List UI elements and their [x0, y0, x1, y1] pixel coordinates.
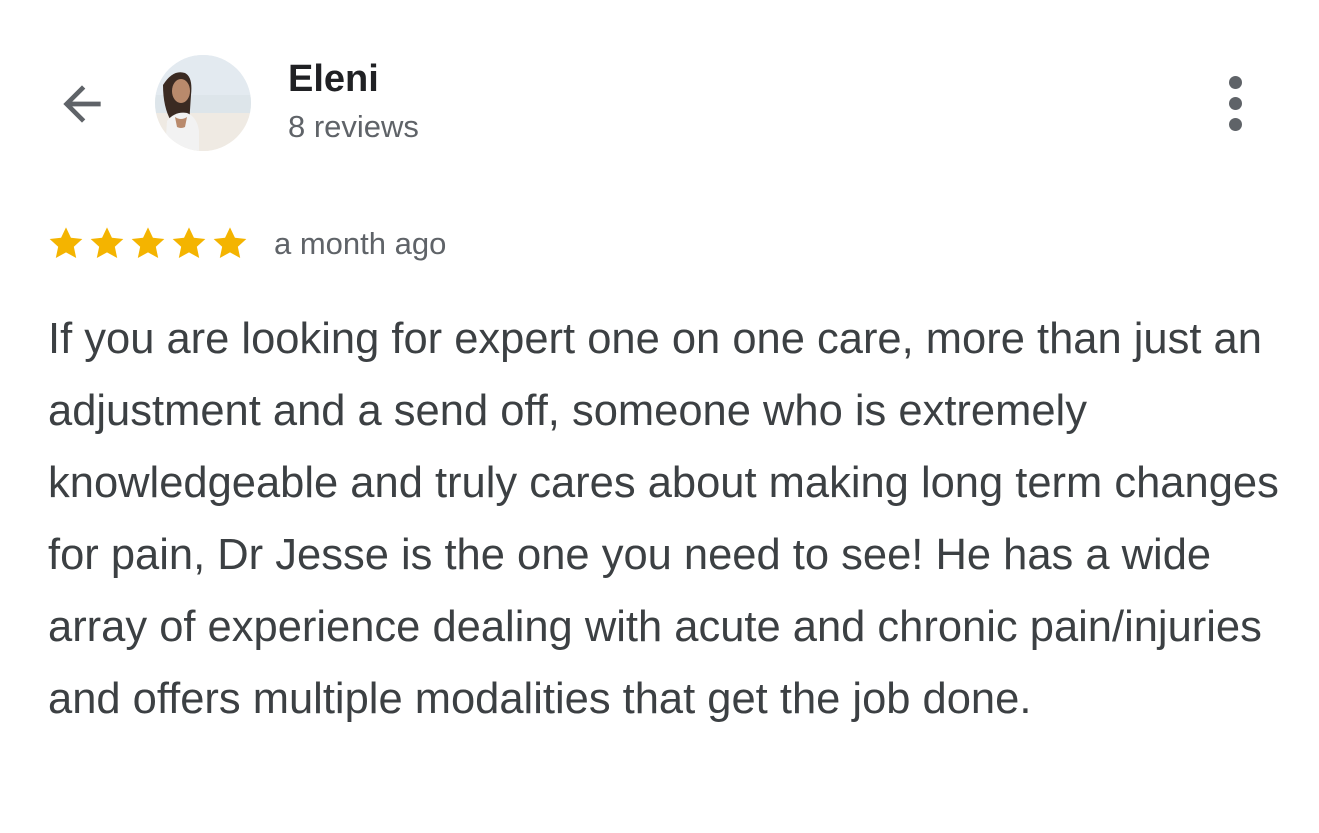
star-icon	[49, 227, 83, 258]
star-icon	[90, 227, 124, 258]
reviewer-name[interactable]: Eleni	[288, 56, 379, 102]
star-icon	[131, 227, 165, 258]
arrow-left-icon	[63, 85, 101, 123]
review-time: a month ago	[274, 226, 447, 261]
more-vertical-icon-dot	[1228, 96, 1242, 110]
back-button[interactable]	[50, 72, 114, 136]
more-vertical-icon	[1228, 75, 1242, 89]
review-rating-row: a month ago	[46, 222, 446, 266]
star-icon	[213, 227, 247, 258]
avatar-photo	[155, 55, 251, 151]
review-text: If you are looking for expert one on one…	[48, 315, 1279, 723]
more-vertical-icon-dot	[1228, 117, 1242, 131]
star-icon	[172, 227, 206, 258]
reviewer-review-count[interactable]: 8 reviews	[288, 108, 419, 146]
avatar[interactable]	[155, 55, 251, 151]
more-options-button[interactable]	[1212, 70, 1258, 136]
review-header: Eleni 8 reviews	[0, 0, 1319, 200]
star-rating	[46, 224, 250, 264]
